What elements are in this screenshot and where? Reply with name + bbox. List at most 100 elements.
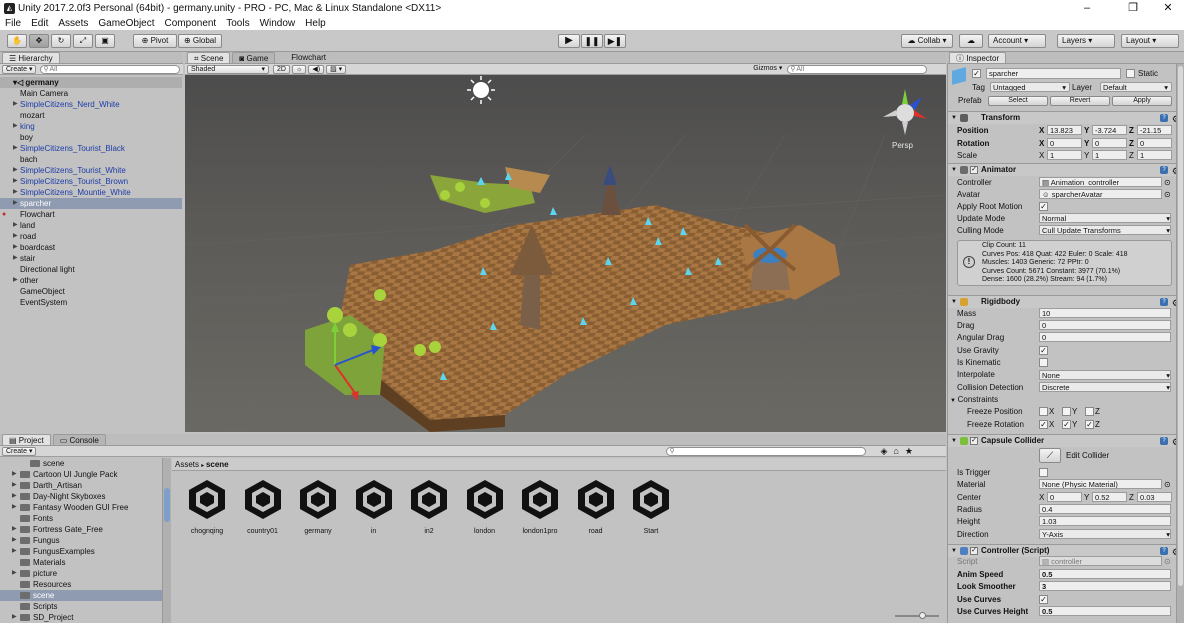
asset-item[interactable]: in [349,478,399,535]
orientation-gizmo[interactable] [883,89,927,135]
project-folder-item[interactable]: ▶ Day-Night Skyboxes [0,491,162,502]
freeze-position-x-checkbox[interactable] [1039,407,1048,416]
shading-dropdown[interactable]: Shaded ▾ [187,64,269,74]
filter-type-icon[interactable]: ◈ [880,446,887,457]
project-create-dropdown[interactable]: Create ▾ [2,446,37,456]
hierarchy-item[interactable]: Main Camera [0,88,182,99]
script-field[interactable]: ▤ controller [1039,556,1162,566]
angular-drag-field[interactable]: 0 [1039,332,1171,342]
directional-light-icon[interactable] [467,76,495,104]
project-folder-item[interactable]: ▶ Darth_Artisan [0,480,162,491]
step-button[interactable]: ▶❚ [604,34,626,48]
project-folder-item[interactable]: ▶ FungusExamples [0,546,162,557]
expand-arrow-icon[interactable]: ▶ [13,99,18,110]
menu-tools[interactable]: Tools [221,18,254,29]
hierarchy-item[interactable]: ▶ stair [0,253,182,264]
center-z-field[interactable]: 0.03 [1137,492,1172,502]
tab-hierarchy[interactable]: ☰ Hierarchy [2,52,60,63]
direction-dropdown[interactable]: Y-Axis ▾ [1039,529,1171,539]
tag-dropdown[interactable]: Untagged ▾ [990,82,1070,92]
active-checkbox[interactable]: ✓ [972,69,981,78]
center-y-field[interactable]: 0.52 [1092,492,1127,502]
anim-speed-field[interactable]: 0.5 [1039,569,1171,579]
hierarchy-search-input[interactable]: ⚲ All [40,64,181,74]
hierarchy-item[interactable]: EventSystem [0,297,182,308]
culling-mode-dropdown[interactable]: Cull Update Transforms ▾ [1039,225,1171,235]
asset-item[interactable]: country01 [238,478,288,535]
project-search-input[interactable]: ⚲ [666,446,867,456]
freeze-rotation-x-checkbox[interactable]: ✓ [1039,420,1048,429]
hierarchy-item[interactable]: Directional light [0,264,182,275]
transform-component-header[interactable]: ▼Transform?⚙ [948,111,1184,124]
expand-arrow-icon[interactable]: ▶ [13,253,18,264]
expand-arrow-icon[interactable]: ▶ [13,220,18,231]
menu-window[interactable]: Window [255,18,301,29]
collision-detection-dropdown[interactable]: Discrete ▾ [1039,382,1171,392]
object-picker-icon[interactable]: ⊙ [1164,479,1171,490]
rotation-z-field[interactable]: 0 [1137,138,1172,148]
hierarchy-create-dropdown[interactable]: Create ▾ [2,64,37,74]
hierarchy-item[interactable]: ▶ road [0,231,182,242]
expand-arrow-icon[interactable]: ▶ [13,275,18,286]
hierarchy-item[interactable]: ▶ SimpleCitizens_Tourist_Black [0,143,182,154]
maximize-button[interactable]: ❐ [1113,0,1153,16]
effects-dropdown[interactable]: ▨ ▾ [326,64,347,74]
scene-viewport[interactable]: Persp [185,75,946,432]
menu-file[interactable]: File [0,18,26,29]
expand-arrow-icon[interactable]: ▶ [12,524,17,535]
persp-label[interactable]: Persp [892,141,913,150]
rect-tool-button[interactable]: ▣ [95,34,115,48]
mass-field[interactable]: 10 [1039,308,1171,318]
hierarchy-item[interactable]: ▶ sparcher [0,198,182,209]
menu-gameobject[interactable]: GameObject [93,18,159,29]
hierarchy-item[interactable]: boy [0,132,182,143]
expand-arrow-icon[interactable]: ▶ [13,143,18,154]
interpolate-dropdown[interactable]: None ▾ [1039,370,1171,380]
icon-size-slider[interactable] [895,612,939,619]
hierarchy-item[interactable]: ▶ other [0,275,182,286]
project-folder-item[interactable]: ▶ SD_Project [0,612,162,623]
project-folder-item[interactable]: ▶ Fantasy Wooden GUI Free [0,502,162,513]
menu-help[interactable]: Help [300,18,331,29]
project-folder-item[interactable]: ▶ Fungus [0,535,162,546]
menu-assets[interactable]: Assets [53,18,93,29]
hierarchy-item[interactable]: ▶ boardcast [0,242,182,253]
layout-dropdown[interactable]: Layout ▾ [1121,34,1179,48]
audio-toggle[interactable]: ◀) [308,64,325,74]
menu-edit[interactable]: Edit [26,18,53,29]
hierarchy-item[interactable]: ● Flowchart [0,209,182,220]
tab-scene[interactable]: ⌗ Scene [187,52,231,63]
is-kinematic-checkbox[interactable] [1039,358,1048,367]
radius-field[interactable]: 0.4 [1039,504,1171,514]
expand-arrow-icon[interactable]: ▶ [13,165,18,176]
move-tool-button[interactable]: ✥ [29,34,49,48]
position-x-field[interactable]: 13.823 [1047,125,1082,135]
project-folder-item[interactable]: scene [0,458,162,469]
global-toggle[interactable]: ⊕ Global [178,34,222,48]
height-field[interactable]: 1.03 [1039,516,1171,526]
tab-project[interactable]: ▤ Project [2,434,51,445]
hand-tool-button[interactable]: ✋ [7,34,27,48]
freeze-rotation-y-checkbox[interactable]: ✓ [1062,420,1071,429]
project-tree-scroll-thumb[interactable] [164,488,170,522]
capsule-collider-enabled-checkbox[interactable]: ✓ [970,437,978,445]
rotate-tool-button[interactable]: ↻ [51,34,71,48]
help-icon[interactable]: ? [1160,114,1168,122]
update-mode-dropdown[interactable]: Normal ▾ [1039,213,1171,223]
project-folder-item[interactable]: scene [0,590,162,601]
animator-enabled-checkbox[interactable]: ✓ [970,166,978,174]
look-smoother-field[interactable]: 3 [1039,581,1171,591]
expand-arrow-icon[interactable]: ▶ [12,480,17,491]
2d-toggle[interactable]: 2D [273,64,290,74]
inspector-scroll-thumb[interactable] [1178,66,1183,586]
object-picker-icon[interactable]: ⊙ [1164,189,1171,200]
avatar-field[interactable]: ☺ sparcherAvatar [1039,189,1162,199]
project-tree-scrollbar[interactable] [162,458,171,623]
asset-item[interactable]: chognqing [182,478,232,535]
scale-y-field[interactable]: 1 [1092,150,1127,160]
position-y-field[interactable]: -3.724 [1092,125,1127,135]
pause-button[interactable]: ❚❚ [581,34,603,48]
expand-arrow-icon[interactable]: ▶ [12,491,17,502]
close-button[interactable]: ✕ [1148,0,1184,16]
expand-arrow-icon[interactable]: ▶ [13,176,18,187]
